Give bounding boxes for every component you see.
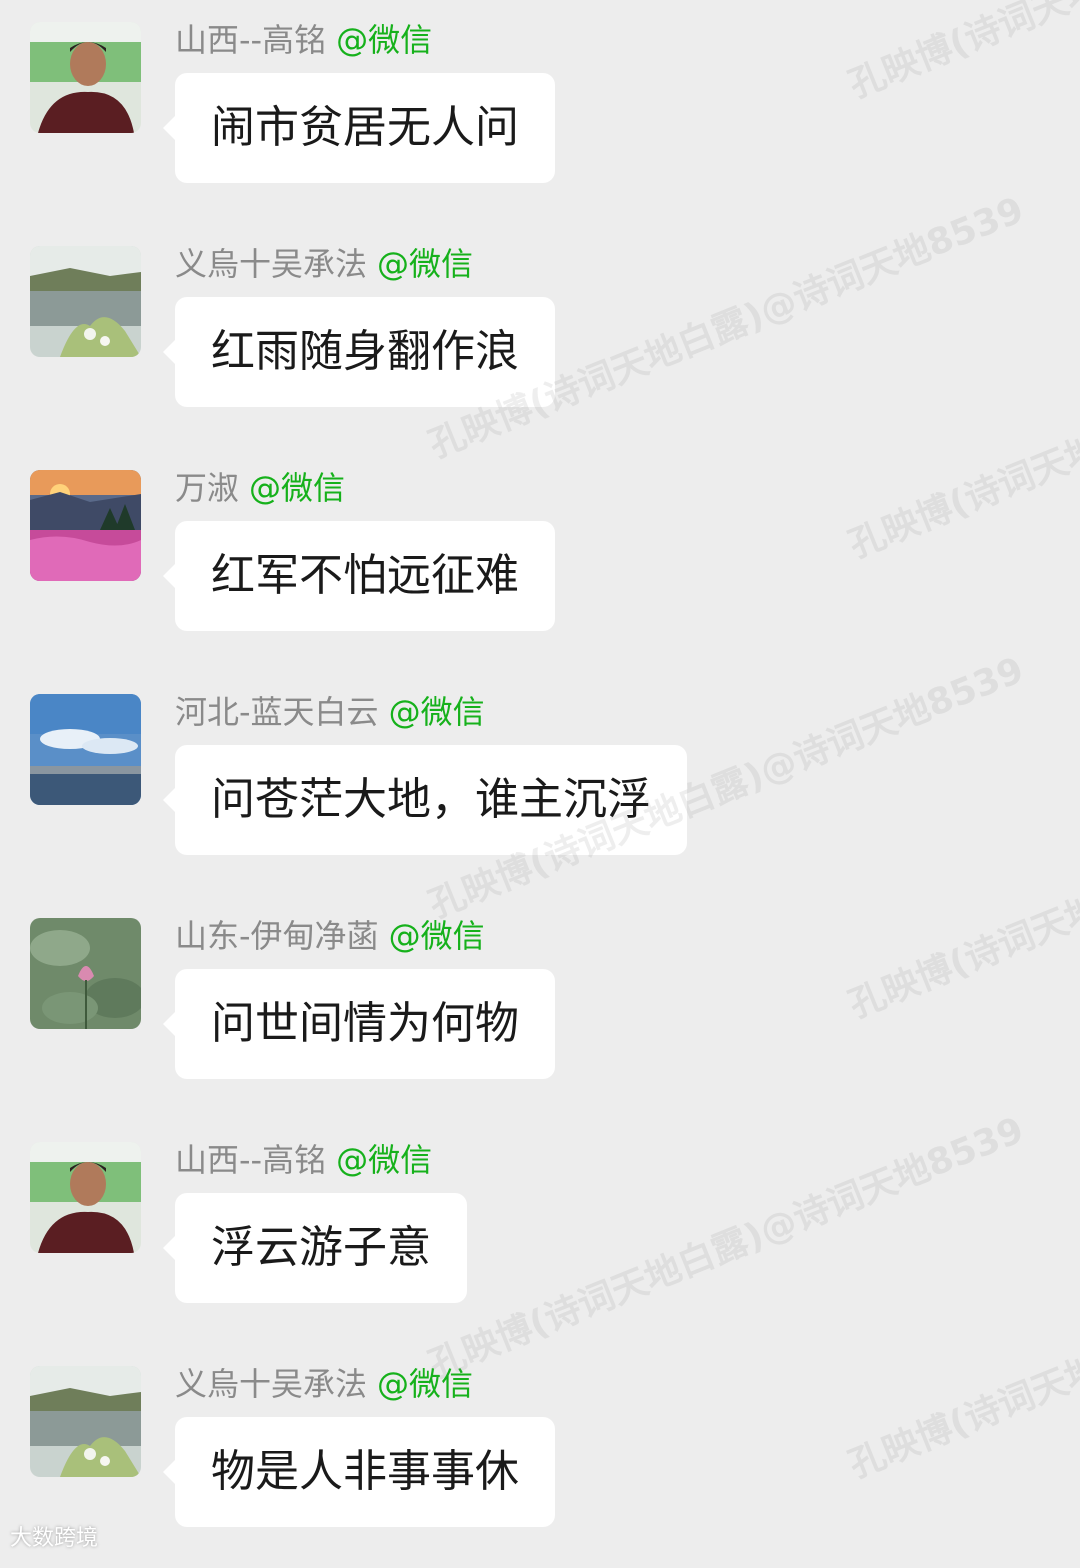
sender-name[interactable]: 义烏十吴承法 <box>175 245 367 283</box>
platform-tag: @微信 <box>388 693 485 731</box>
sea-sky-photo-icon <box>30 694 141 805</box>
sender-name[interactable]: 山西--高铭 <box>175 21 326 59</box>
sender-name-row: 义烏十吴承法 @微信 <box>175 242 473 286</box>
chat-message-list: 山西--高铭 @微信 闹市贫居无人问 义烏十吴承法 @微信 红雨随身翻作浪 万淑… <box>0 0 1080 1555</box>
sunset-flowers-photo-icon <box>30 470 141 581</box>
message-bubble[interactable]: 物是人非事事休 <box>163 1417 555 1527</box>
message-bubble[interactable]: 闹市贫居无人问 <box>163 73 555 183</box>
platform-tag: @微信 <box>377 245 474 283</box>
corner-logo: 大数跨境 <box>10 1526 99 1551</box>
avatar[interactable] <box>30 246 141 357</box>
platform-tag: @微信 <box>336 1141 433 1179</box>
message-bubble[interactable]: 红军不怕远征难 <box>163 521 555 631</box>
message-bubble[interactable]: 浮云游子意 <box>163 1193 467 1303</box>
avatar[interactable] <box>30 22 141 133</box>
sender-name-row: 山东-伊甸净菡 @微信 <box>175 914 485 958</box>
chat-message: 河北-蓝天白云 @微信 问苍茫大地，谁主沉浮 <box>0 672 1080 896</box>
sender-name-row: 义烏十吴承法 @微信 <box>175 1362 473 1406</box>
platform-tag: @微信 <box>388 917 485 955</box>
portrait-photo-icon <box>30 1142 141 1253</box>
message-bubble[interactable]: 问世间情为何物 <box>163 969 555 1079</box>
platform-tag: @微信 <box>377 1365 474 1403</box>
sender-name-row: 山西--高铭 @微信 <box>175 1138 432 1182</box>
chat-message: 山西--高铭 @微信 闹市贫居无人问 <box>0 0 1080 224</box>
chat-message: 山东-伊甸净菡 @微信 问世间情为何物 <box>0 896 1080 1120</box>
sender-name-row: 山西--高铭 @微信 <box>175 18 432 62</box>
chat-message: 山西--高铭 @微信 浮云游子意 <box>0 1120 1080 1344</box>
avatar[interactable] <box>30 1366 141 1477</box>
avatar[interactable] <box>30 694 141 805</box>
sender-name[interactable]: 义烏十吴承法 <box>175 1365 367 1403</box>
chat-message: 义烏十吴承法 @微信 红雨随身翻作浪 <box>0 224 1080 448</box>
message-bubble[interactable]: 问苍茫大地，谁主沉浮 <box>163 745 687 855</box>
chat-message: 义烏十吴承法 @微信 物是人非事事休 <box>0 1344 1080 1568</box>
portrait-photo-icon <box>30 22 141 133</box>
lotus-photo-icon <box>30 918 141 1029</box>
sender-name[interactable]: 山西--高铭 <box>175 1141 326 1179</box>
platform-tag: @微信 <box>336 21 433 59</box>
avatar[interactable] <box>30 918 141 1029</box>
sender-name[interactable]: 万淑 <box>175 469 239 507</box>
sender-name[interactable]: 山东-伊甸净菡 <box>175 917 379 955</box>
platform-tag: @微信 <box>249 469 346 507</box>
lake-landscape-photo-icon <box>30 246 141 357</box>
sender-name-row: 河北-蓝天白云 @微信 <box>175 690 485 734</box>
avatar[interactable] <box>30 1142 141 1253</box>
sender-name-row: 万淑 @微信 <box>175 466 345 510</box>
sender-name[interactable]: 河北-蓝天白云 <box>175 693 379 731</box>
message-bubble[interactable]: 红雨随身翻作浪 <box>163 297 555 407</box>
lake-landscape-photo-icon <box>30 1366 141 1477</box>
chat-message: 万淑 @微信 红军不怕远征难 <box>0 448 1080 672</box>
avatar[interactable] <box>30 470 141 581</box>
